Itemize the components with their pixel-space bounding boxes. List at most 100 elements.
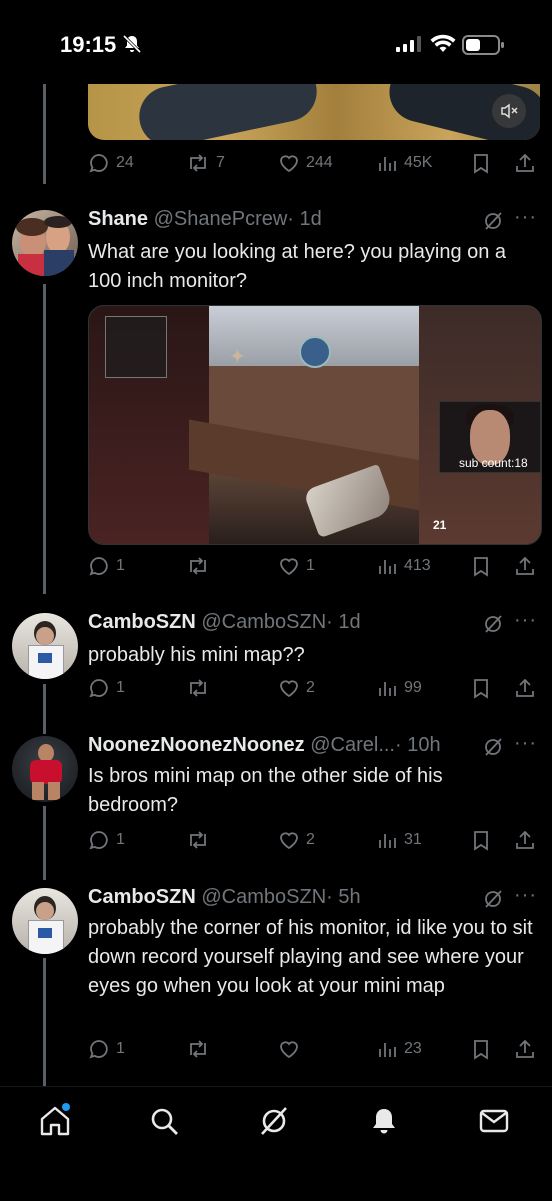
tweet-header: CamboSZN @CamboSZN· 1d [88, 611, 478, 634]
thread-line [43, 806, 46, 880]
reply-button[interactable]: 1 [88, 829, 125, 851]
user-handle[interactable]: @ShanePcrew [154, 208, 288, 230]
tweet-time: · 1d [287, 208, 322, 230]
like-button[interactable] [278, 1038, 300, 1060]
view-count: 99 [404, 679, 422, 696]
heart-icon [280, 558, 298, 576]
bookmark-icon [474, 557, 488, 577]
tweet-actions: 1 2 31 [88, 829, 540, 853]
avatar[interactable] [12, 736, 78, 802]
grok-icon[interactable] [482, 888, 504, 910]
share-button[interactable] [514, 677, 536, 699]
repost-button[interactable] [186, 1038, 210, 1060]
reply-icon [89, 557, 108, 576]
grok-icon[interactable] [482, 613, 504, 635]
reply-button[interactable]: 1 [88, 555, 125, 577]
views-icon [379, 834, 396, 848]
messages-icon [479, 1109, 509, 1133]
views-button[interactable]: 23 [376, 1038, 422, 1060]
more-options-icon[interactable]: ··· [514, 884, 537, 907]
bookmark-button[interactable] [470, 1038, 492, 1060]
user-handle[interactable]: @Carel... [310, 734, 395, 756]
like-button[interactable]: 1 [278, 555, 315, 577]
grok-icon[interactable] [482, 736, 504, 758]
tweet-header: CamboSZN @CamboSZN· 5h [88, 886, 478, 909]
avatar[interactable] [12, 613, 78, 679]
user-handle[interactable]: @CamboSZN [201, 611, 326, 633]
views-button[interactable]: 45K [376, 152, 432, 174]
reply-button[interactable]: 24 [88, 152, 134, 174]
share-button[interactable] [514, 555, 536, 577]
tweet-text: What are you looking at here? you playin… [88, 241, 507, 292]
nav-notifications[interactable] [368, 1105, 400, 1142]
repost-button[interactable] [186, 555, 210, 577]
like-button[interactable]: 2 [278, 677, 315, 699]
like-count: 2 [306, 831, 315, 848]
share-button[interactable] [514, 152, 536, 174]
display-name[interactable]: CamboSZN [88, 886, 196, 908]
nav-search[interactable] [148, 1105, 180, 1142]
display-name[interactable]: Shane [88, 208, 148, 230]
nav-home[interactable] [38, 1103, 72, 1142]
reply-count: 1 [116, 1040, 125, 1057]
repost-icon [190, 831, 206, 849]
reply-button[interactable]: 1 [88, 1038, 125, 1060]
tweet-text: probably the corner of his monitor, id l… [88, 917, 533, 997]
views-button[interactable]: 31 [376, 829, 422, 851]
like-button[interactable]: 244 [278, 152, 333, 174]
bookmark-icon [474, 831, 488, 851]
video-frame-detail [299, 336, 331, 368]
repost-button[interactable]: 7 [186, 152, 225, 174]
like-button[interactable]: 2 [278, 829, 315, 851]
tweet-time: · 10h [394, 734, 441, 756]
bookmark-icon [474, 1040, 488, 1060]
like-count: 1 [306, 557, 315, 574]
user-handle[interactable]: @CamboSZN [201, 886, 326, 908]
reply-count: 1 [116, 831, 125, 848]
grok-icon[interactable] [482, 210, 504, 232]
more-options-icon[interactable]: ··· [514, 206, 537, 229]
reply-count: 1 [116, 679, 125, 696]
repost-icon [190, 1040, 206, 1058]
bookmark-button[interactable] [470, 829, 492, 851]
game-minimap [105, 316, 167, 378]
mute-button[interactable] [492, 94, 526, 128]
avatar[interactable] [12, 210, 78, 276]
avatar[interactable] [12, 888, 78, 954]
bookmark-button[interactable] [470, 152, 492, 174]
more-options-icon[interactable]: ··· [514, 732, 537, 755]
reply-icon [89, 1040, 108, 1059]
nav-messages[interactable] [478, 1105, 510, 1142]
heart-icon [280, 680, 298, 698]
video-frame-detail [133, 84, 323, 140]
previous-tweet-video[interactable] [88, 84, 540, 140]
tweet-video[interactable]: ✦ sub count:18 21 [88, 305, 542, 545]
thread-line [43, 284, 46, 594]
repost-button[interactable] [186, 829, 210, 851]
share-button[interactable] [514, 1038, 536, 1060]
reply-count: 1 [116, 557, 125, 574]
tweet-actions: 1 23 [88, 1038, 540, 1062]
views-button[interactable]: 99 [376, 677, 422, 699]
notification-dot [62, 1103, 70, 1111]
nav-grok[interactable] [258, 1105, 290, 1142]
heart-icon [280, 155, 298, 173]
bookmark-button[interactable] [470, 677, 492, 699]
cellular-signal-icon [396, 36, 421, 52]
speaker-muted-icon [501, 103, 518, 119]
thread-line [43, 958, 46, 1086]
repost-button[interactable] [186, 677, 210, 699]
more-options-icon[interactable]: ··· [514, 609, 537, 632]
views-button[interactable]: 413 [376, 555, 431, 577]
grok-icon [261, 1107, 287, 1135]
share-button[interactable] [514, 829, 536, 851]
reply-button[interactable]: 1 [88, 677, 125, 699]
tweet-text: Is bros mini map on the other side of hi… [88, 765, 443, 816]
tweet-time: · 1d [326, 611, 361, 633]
display-name[interactable]: NoonezNoonezNoonez [88, 734, 305, 756]
tweet-header: Shane @ShanePcrew· 1d [88, 208, 478, 231]
view-count: 45K [404, 154, 433, 171]
display-name[interactable]: CamboSZN [88, 611, 196, 633]
share-icon [516, 153, 534, 172]
bookmark-button[interactable] [470, 555, 492, 577]
